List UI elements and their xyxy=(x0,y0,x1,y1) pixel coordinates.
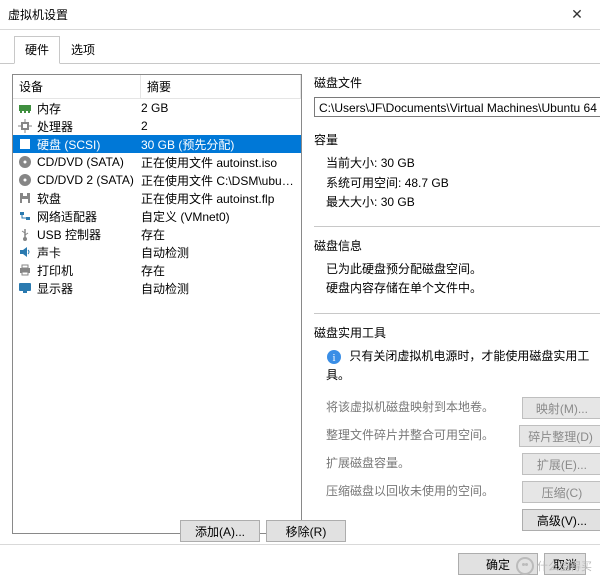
free-space: 系统可用空间: 48.7 GB xyxy=(314,174,600,193)
device-summary: 正在使用文件 autoinst.flp xyxy=(141,190,301,207)
compact-button[interactable]: 压缩(C) xyxy=(522,481,600,503)
separator xyxy=(314,226,600,227)
device-name: 打印机 xyxy=(37,262,73,279)
dialog-buttons: 确定 取消 xyxy=(0,544,600,583)
disk-file-title: 磁盘文件 xyxy=(314,74,600,93)
list-header: 设备 摘要 xyxy=(13,75,301,99)
col-device[interactable]: 设备 xyxy=(13,75,141,98)
device-summary: 存在 xyxy=(141,226,301,243)
device-row[interactable]: 硬盘 (SCSI) 30 GB (预先分配) xyxy=(13,135,301,153)
disk-info-line1: 已为此硬盘预分配磁盘空间。 xyxy=(314,260,600,279)
device-row[interactable]: 打印机 存在 xyxy=(13,261,301,279)
floppy-icon xyxy=(17,191,33,205)
device-list: 设备 摘要 内存2 GB处理器2硬盘 (SCSI)30 GB (预先分配)CD/… xyxy=(12,74,302,534)
utilities-title: 磁盘实用工具 xyxy=(314,324,600,343)
device-name: 硬盘 (SCSI) xyxy=(37,136,100,153)
cpu-icon xyxy=(17,119,33,133)
tabs: 硬件 选项 xyxy=(0,36,600,64)
expand-button[interactable]: 扩展(E)... xyxy=(522,453,600,475)
device-name: 软盘 xyxy=(37,190,61,207)
device-summary: 自动检测 xyxy=(141,280,301,297)
device-summary: 正在使用文件 autoinst.iso xyxy=(141,154,301,171)
device-rows: 内存2 GB处理器2硬盘 (SCSI)30 GB (预先分配)CD/DVD (S… xyxy=(13,99,301,533)
tab-options[interactable]: 选项 xyxy=(60,36,106,64)
memory-icon xyxy=(17,101,33,115)
device-name: CD/DVD 2 (SATA) xyxy=(37,173,134,187)
device-name: USB 控制器 xyxy=(37,226,101,243)
display-icon xyxy=(17,281,33,295)
device-row[interactable]: 显示器 自动检测 xyxy=(13,279,301,297)
device-buttons: 添加(A)... 移除(R) xyxy=(180,520,346,542)
titlebar: 虚拟机设置 ✕ xyxy=(0,0,600,30)
group-capacity: 容量 当前大小: 30 GB 系统可用空间: 48.7 GB 最大大小: 30 … xyxy=(314,131,600,212)
group-disk-info: 磁盘信息 已为此硬盘预分配磁盘空间。 硬盘内容存储在单个文件中。 xyxy=(314,237,600,299)
svg-text:i: i xyxy=(332,352,335,364)
close-button[interactable]: ✕ xyxy=(554,0,600,30)
capacity-title: 容量 xyxy=(314,131,600,150)
separator xyxy=(314,313,600,314)
device-summary: 正在使用文件 C:\DSM\ubuntu-... xyxy=(141,172,301,189)
device-row[interactable]: 内存 2 GB xyxy=(13,99,301,117)
max-size: 最大大小: 30 GB xyxy=(314,193,600,212)
device-name: 显示器 xyxy=(37,280,73,297)
content: 设备 摘要 内存2 GB处理器2硬盘 (SCSI)30 GB (预先分配)CD/… xyxy=(0,64,600,534)
col-summary[interactable]: 摘要 xyxy=(141,75,301,98)
device-row[interactable]: USB 控制器 存在 xyxy=(13,225,301,243)
tool-defrag: 整理文件碎片并整合可用空间。 碎片整理(D) xyxy=(314,425,600,447)
disk-icon xyxy=(17,137,33,151)
device-row[interactable]: 处理器 2 xyxy=(13,117,301,135)
info-icon: i xyxy=(326,349,342,365)
window-title: 虚拟机设置 xyxy=(8,6,68,23)
disk-info-title: 磁盘信息 xyxy=(314,237,600,256)
group-utilities: 磁盘实用工具 i 只有关闭虚拟机电源时，才能使用磁盘实用工具。 将该虚拟机磁盘映… xyxy=(314,324,600,532)
advanced-row: 高级(V)... xyxy=(314,509,600,531)
utilities-tip: i 只有关闭虚拟机电源时，才能使用磁盘实用工具。 xyxy=(314,347,600,385)
device-summary: 自定义 (VMnet0) xyxy=(141,208,301,225)
device-summary: 2 GB xyxy=(141,101,301,115)
advanced-button[interactable]: 高级(V)... xyxy=(522,509,600,531)
device-name: 内存 xyxy=(37,100,61,117)
device-summary: 2 xyxy=(141,119,301,133)
tool-expand: 扩展磁盘容量。 扩展(E)... xyxy=(314,453,600,475)
ok-button[interactable]: 确定 xyxy=(458,553,538,575)
device-row[interactable]: CD/DVD (SATA) 正在使用文件 autoinst.iso xyxy=(13,153,301,171)
device-row[interactable]: 声卡 自动检测 xyxy=(13,243,301,261)
defrag-button[interactable]: 碎片整理(D) xyxy=(519,425,600,447)
cd-icon xyxy=(17,155,33,169)
map-button[interactable]: 映射(M)... xyxy=(522,397,600,419)
device-summary: 存在 xyxy=(141,262,301,279)
device-name: 处理器 xyxy=(37,118,73,135)
net-icon xyxy=(17,209,33,223)
disk-info-line2: 硬盘内容存储在单个文件中。 xyxy=(314,279,600,298)
device-name: 声卡 xyxy=(37,244,61,261)
add-button[interactable]: 添加(A)... xyxy=(180,520,260,542)
disk-file-path[interactable]: C:\Users\JF\Documents\Virtual Machines\U… xyxy=(314,97,600,117)
cancel-button[interactable]: 取消 xyxy=(544,553,586,575)
tool-compact: 压缩磁盘以回收未使用的空间。 压缩(C) xyxy=(314,481,600,503)
usb-icon xyxy=(17,227,33,241)
group-disk-file: 磁盘文件 C:\Users\JF\Documents\Virtual Machi… xyxy=(314,74,600,117)
device-name: CD/DVD (SATA) xyxy=(37,155,124,169)
device-name: 网络适配器 xyxy=(37,208,97,225)
tab-hardware[interactable]: 硬件 xyxy=(14,36,60,64)
device-row[interactable]: CD/DVD 2 (SATA) 正在使用文件 C:\DSM\ubuntu-... xyxy=(13,171,301,189)
device-summary: 30 GB (预先分配) xyxy=(141,136,301,153)
remove-button[interactable]: 移除(R) xyxy=(266,520,346,542)
current-size: 当前大小: 30 GB xyxy=(314,154,600,173)
sound-icon xyxy=(17,245,33,259)
device-row[interactable]: 网络适配器 自定义 (VMnet0) xyxy=(13,207,301,225)
printer-icon xyxy=(17,263,33,277)
device-row[interactable]: 软盘 正在使用文件 autoinst.flp xyxy=(13,189,301,207)
device-summary: 自动检测 xyxy=(141,244,301,261)
tool-map: 将该虚拟机磁盘映射到本地卷。 映射(M)... xyxy=(314,397,600,419)
detail-pane: 磁盘文件 C:\Users\JF\Documents\Virtual Machi… xyxy=(314,74,600,534)
cd-icon xyxy=(17,173,33,187)
